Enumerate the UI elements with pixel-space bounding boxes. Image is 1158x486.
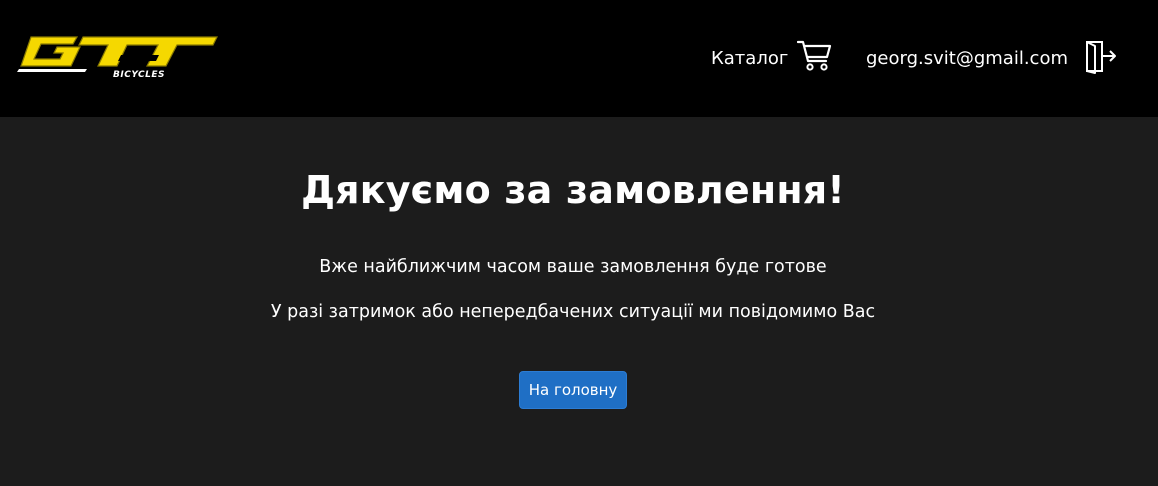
nav-catalog-link[interactable]: Каталог bbox=[711, 48, 788, 70]
logout-icon[interactable] bbox=[1084, 40, 1118, 74]
logo-subtext: BICYCLES bbox=[113, 70, 165, 80]
order-confirmation-section: Дякуємо за замовлення! Вже найближчим ча… bbox=[0, 117, 1158, 486]
shopping-cart-icon[interactable] bbox=[796, 40, 833, 72]
home-button[interactable]: На головну bbox=[519, 371, 627, 409]
user-email-link[interactable]: georg.svit@gmail.com bbox=[866, 48, 1068, 70]
logo-graphic: BICYCLES bbox=[17, 36, 218, 80]
gt-bicycles-logo[interactable]: BICYCLES bbox=[17, 33, 221, 81]
confirmation-message-line1: Вже найближчим часом ваше замовлення буд… bbox=[319, 257, 827, 277]
page-title: Дякуємо за замовлення! bbox=[301, 168, 845, 212]
confirmation-message-line2: У разі затримок або непередбачених ситуа… bbox=[270, 302, 876, 322]
top-navbar: BICYCLES Каталог georg.svit@gmail.com bbox=[0, 0, 1158, 117]
